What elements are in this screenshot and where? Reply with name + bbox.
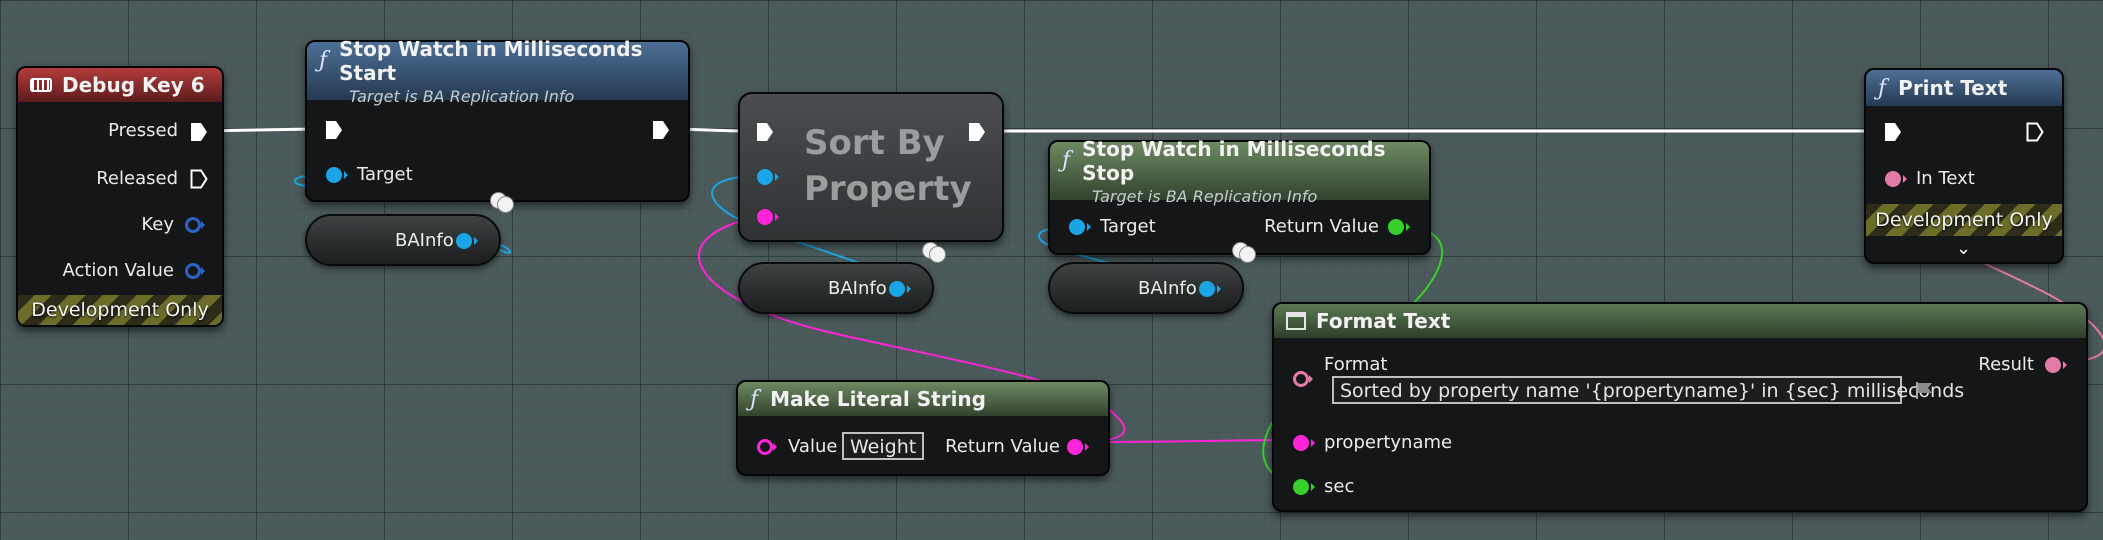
value-string-pin[interactable] [756,438,780,456]
function-icon: ƒ [750,386,759,412]
sec-label: sec [1324,476,1355,497]
exec-out-pin[interactable] [2026,122,2044,142]
debug-key-title: Debug Key 6 [62,73,205,97]
bainfo-variable-node[interactable]: BAInfo [1048,262,1244,314]
result-text-pin[interactable] [2044,356,2068,374]
propertyname-string-pin[interactable] [1292,434,1316,452]
action-value-label: Action Value [62,260,174,281]
dev-only-banner: Development Only [18,295,222,325]
format-input[interactable]: Sorted by property name '{propertyname}'… [1332,376,1964,404]
released-label: Released [96,168,178,189]
format-text-node[interactable]: Format Text Format Sorted by property na… [1272,302,2088,512]
result-label: Result [1978,354,2034,375]
function-icon: ƒ [1062,148,1071,173]
bainfo-variable-node[interactable]: BAInfo [738,262,934,314]
debug-key-header[interactable]: Debug Key 6 [18,68,222,102]
bainfo-label: BAInfo [1138,278,1197,299]
released-exec-pin[interactable] [190,169,208,189]
print-text-node[interactable]: ƒ Print Text In Text Development Only ⌄ [1864,68,2064,264]
key-label: Key [141,214,174,235]
bainfo-object-pin[interactable] [888,280,912,298]
bainfo-label: BAInfo [828,278,887,299]
sort-title-line2: Property [804,169,972,209]
array-object-pin[interactable] [756,168,780,186]
bainfo-variable-node[interactable]: BAInfo [305,214,501,266]
print-text-header[interactable]: ƒ Print Text [1866,70,2062,106]
stopwatch-stop-header[interactable]: ƒ Stop Watch in Milliseconds Stop Target… [1050,137,1429,206]
exec-in-pin[interactable] [1884,122,1902,142]
value-label: Value [788,436,838,457]
reroute-knot[interactable] [1232,242,1256,263]
target-object-pin[interactable] [1068,218,1092,236]
text-wire [1828,166,1860,200]
return-value-label: Return Value [945,436,1060,457]
return-value-string-pin[interactable] [1066,438,1090,456]
key-struct-pin[interactable] [184,216,206,234]
in-text-pin[interactable] [1884,170,1908,188]
target-label: Target [1100,216,1156,237]
chevron-down-icon[interactable]: ⌄ [1956,238,1971,259]
stopwatch-start-node[interactable]: ƒ Stop Watch in Milliseconds Start Targe… [305,37,690,202]
make-literal-string-node[interactable]: ƒ Make Literal String Value Weight Retur… [736,380,1110,476]
value-input[interactable]: Weight [842,432,925,460]
debug-key-node[interactable]: Debug Key 6 Pressed Released Key Action … [16,66,224,327]
function-icon: ƒ [1878,75,1887,101]
format-text-header[interactable]: Format Text [1274,304,2086,338]
sort-title-line1: Sort By [804,123,945,163]
sec-int-pin[interactable] [1292,478,1316,496]
sort-title: Sort By Property [804,120,972,212]
format-label: Format [1324,354,1388,375]
bainfo-object-pin[interactable] [1198,280,1222,298]
exec-in-pin[interactable] [756,122,774,142]
action-value-pin[interactable] [184,262,206,280]
pressed-label: Pressed [108,120,178,141]
return-value-int-pin[interactable] [1387,218,1411,236]
return-value-label: Return Value [1264,216,1379,237]
keyboard-icon [30,78,52,92]
bainfo-label: BAInfo [395,230,454,251]
bainfo-object-pin[interactable] [455,232,479,250]
in-text-label: In Text [1916,168,1975,189]
stopwatch-stop-subtitle: Target is BA Replication Info [1092,186,1318,206]
exec-in-pin[interactable] [325,120,343,140]
make-literal-title: Make Literal String [770,387,986,411]
target-object-pin[interactable] [325,166,349,184]
flag-icon[interactable] [1914,380,1934,400]
stopwatch-start-header[interactable]: ƒ Stop Watch in Milliseconds Start Targe… [307,37,688,106]
stopwatch-start-subtitle: Target is BA Replication Info [349,86,575,106]
property-string-pin[interactable] [756,208,780,226]
reroute-knot[interactable] [922,242,946,263]
propertyname-label: propertyname [1324,432,1453,453]
stopwatch-stop-title: Stop Watch in Milliseconds Stop [1082,136,1386,185]
print-text-title: Print Text [1898,76,2008,100]
dev-only-label: Development Only [1875,209,2053,231]
format-text-icon [1286,312,1306,330]
pressed-exec-pin[interactable] [190,122,208,142]
make-literal-header[interactable]: ƒ Make Literal String [738,382,1108,416]
format-text-title: Format Text [1316,309,1451,333]
stopwatch-stop-node[interactable]: ƒ Stop Watch in Milliseconds Stop Target… [1048,137,1431,255]
reroute-knot[interactable] [490,192,514,213]
format-text-pin[interactable] [1292,370,1316,388]
sort-by-property-node[interactable]: Sort By Property [738,92,1004,242]
function-icon: ƒ [319,48,328,73]
dev-only-banner: Development Only [1866,204,2062,236]
target-label: Target [357,164,413,185]
exec-out-pin[interactable] [652,120,670,140]
stopwatch-start-title: Stop Watch in Milliseconds Start [339,36,643,85]
